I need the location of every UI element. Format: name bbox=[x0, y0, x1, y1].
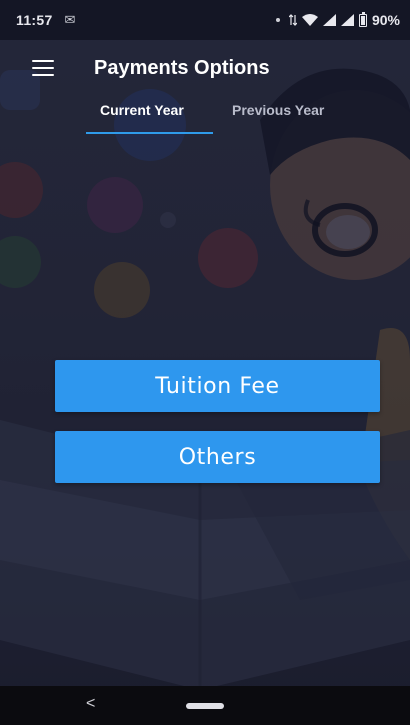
others-button[interactable]: Others bbox=[55, 431, 380, 483]
system-nav-bar: < bbox=[0, 686, 410, 725]
tab-selected-indicator bbox=[86, 132, 213, 134]
app-bar: Payments Options bbox=[0, 40, 410, 96]
back-icon[interactable]: < bbox=[86, 695, 95, 713]
gmail-icon: ✉ bbox=[64, 12, 76, 27]
page-title: Payments Options bbox=[94, 56, 270, 79]
notification-dot-icon bbox=[275, 18, 280, 22]
battery-level: 90% bbox=[371, 12, 400, 28]
year-tabs: Current Year Previous Year bbox=[0, 96, 410, 138]
app-screen: 11:57 ✉ 90% Payments Options Current Yea… bbox=[0, 0, 410, 725]
signal-icon-2 bbox=[340, 14, 354, 26]
home-pill-icon[interactable] bbox=[186, 703, 224, 709]
data-arrows-icon bbox=[288, 14, 297, 26]
battery-icon bbox=[358, 11, 367, 27]
status-bar: 11:57 ✉ 90% bbox=[0, 0, 410, 40]
tuition-fee-button[interactable]: Tuition Fee bbox=[55, 360, 380, 412]
hamburger-menu-icon[interactable] bbox=[32, 60, 54, 76]
status-time: 11:57 bbox=[16, 12, 53, 28]
tab-previous-year[interactable]: Previous Year bbox=[232, 102, 324, 118]
tab-current-year[interactable]: Current Year bbox=[100, 102, 184, 118]
signal-icon bbox=[322, 14, 336, 26]
status-icons: 90% bbox=[275, 11, 400, 28]
wifi-icon bbox=[301, 14, 318, 26]
